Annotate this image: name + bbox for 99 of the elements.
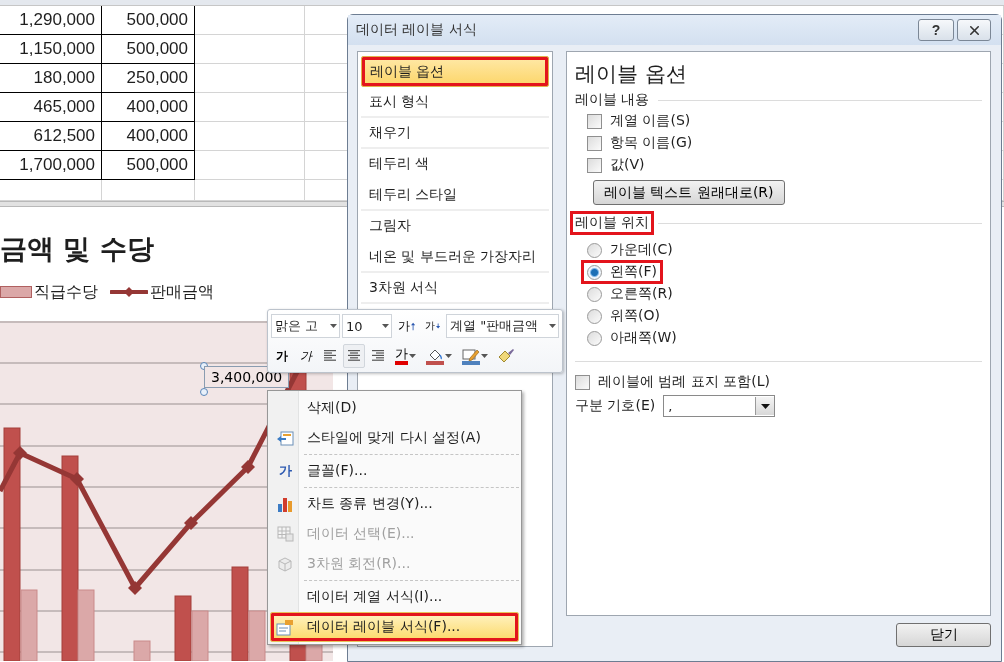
checkbox-label: 계열 이름(S): [610, 112, 691, 130]
chart-title: 금액 및 수당: [0, 232, 154, 266]
table-cell: 400,000: [102, 122, 195, 151]
help-button[interactable]: ?: [918, 19, 954, 41]
category-item[interactable]: 표시 형식: [361, 87, 549, 118]
table-cell: 180,000: [0, 64, 102, 93]
bar: [133, 640, 151, 661]
caret-icon: [381, 324, 389, 328]
category-item[interactable]: 그림자: [361, 211, 549, 242]
table-cell: 465,000: [0, 93, 102, 122]
table-cell: 500,000: [102, 151, 195, 180]
category-item[interactable]: 채우기: [361, 118, 549, 149]
line-marker: [13, 446, 27, 460]
category-item[interactable]: 3차원 서식: [361, 273, 549, 304]
bar-chart-icon: [277, 496, 293, 512]
caret-icon: [549, 324, 556, 328]
line-marker: [70, 472, 84, 486]
cube-icon: [277, 556, 293, 572]
dialog-title: 데이터 레이블 서식: [356, 21, 478, 39]
line-marker: [241, 460, 255, 474]
legend-swatch: [0, 286, 32, 298]
radio-button[interactable]: [587, 286, 602, 302]
table-cell: 500,000: [102, 35, 195, 64]
separator-select[interactable]: ,: [663, 395, 776, 417]
category-item[interactable]: 레이블 옵션: [361, 56, 549, 87]
pencil-icon: [462, 347, 480, 365]
reset-text-button[interactable]: 레이블 텍스트 원래대로(R): [593, 180, 785, 205]
radio-label: 왼쪽(F): [610, 263, 657, 281]
font-size-select[interactable]: 10: [341, 314, 392, 338]
radio-button[interactable]: [587, 264, 602, 280]
table-cell: 500,000: [102, 6, 195, 35]
table-cell: 400,000: [102, 93, 195, 122]
legend-label: 직급수당: [34, 281, 98, 303]
radio-label: 가운데(C): [610, 241, 673, 259]
caret-icon: [760, 403, 770, 409]
checkbox[interactable]: [587, 113, 602, 129]
section-label: 레이블 위치: [570, 211, 655, 235]
checkbox-label: 항목 이름(G): [610, 134, 693, 152]
caret-icon: [445, 354, 452, 358]
reset-style-icon: [276, 429, 294, 447]
selection-handle[interactable]: [200, 362, 208, 370]
menu-item[interactable]: 데이터 레이블 서식(F)...: [270, 612, 519, 642]
category-item[interactable]: 테두리 색: [361, 149, 549, 180]
checkbox[interactable]: [587, 135, 602, 151]
bar: [174, 595, 192, 661]
data-label[interactable]: 3,400,000: [204, 366, 290, 388]
menu-item[interactable]: 차트 종류 변경(Y)...: [270, 489, 519, 519]
line-marker: [184, 516, 198, 530]
shrink-font-button[interactable]: 가: [420, 314, 445, 338]
radio-button[interactable]: [587, 330, 602, 346]
checkbox[interactable]: [575, 374, 590, 390]
menu-item[interactable]: 가 글꼴(F)...: [270, 456, 519, 486]
menu-item[interactable]: 삭제(D): [270, 393, 519, 423]
grow-font-button[interactable]: 가: [393, 314, 419, 338]
menu-item[interactable]: 스타일에 맞게 다시 설정(A): [270, 423, 519, 453]
menu-item[interactable]: 데이터 계열 서식(I)...: [270, 582, 519, 612]
align-center-button[interactable]: [343, 344, 365, 368]
section-label: 레이블 내용: [574, 90, 651, 109]
radio-button[interactable]: [587, 308, 602, 324]
field-label: 구분 기호(E): [575, 397, 656, 415]
format-label-icon: [276, 618, 294, 636]
table-cell: 1,700,000: [0, 151, 102, 180]
caret-icon: [409, 354, 416, 358]
line-marker: [128, 581, 142, 595]
table-cell: 1,150,000: [0, 35, 102, 64]
close-dialog-button[interactable]: 닫기: [896, 623, 991, 647]
close-button[interactable]: [957, 19, 991, 41]
category-item[interactable]: 네온 및 부드러운 가장자리: [361, 242, 549, 273]
align-right-icon: [371, 350, 385, 362]
align-left-icon: [323, 350, 337, 362]
series-select[interactable]: 계열 "판매금액: [446, 314, 559, 338]
table-cell: 612,500: [0, 122, 102, 151]
checkbox[interactable]: [587, 157, 602, 173]
radio-label: 위쪽(O): [610, 307, 660, 325]
category-item[interactable]: 테두리 스타일: [361, 180, 549, 211]
italic-button[interactable]: 가: [295, 344, 317, 368]
radio-label: 오른쪽(R): [610, 285, 673, 303]
caret-icon: [329, 324, 337, 328]
table-cell: 1,290,000: [0, 6, 102, 35]
radio-label: 아래쪽(W): [610, 329, 677, 347]
arrow-down-icon: [435, 323, 441, 329]
selection-handle[interactable]: [200, 388, 208, 396]
bold-button[interactable]: 가: [271, 344, 293, 368]
paint-bucket-icon: [426, 347, 444, 365]
caret-icon: [481, 354, 488, 358]
font-icon: 가: [278, 462, 292, 480]
checkbox-label: 값(V): [610, 156, 645, 174]
align-center-icon: [347, 350, 361, 362]
legend-label: 판매금액: [150, 281, 214, 303]
checkbox-label: 레이블에 범례 표지 포함(L): [598, 373, 771, 391]
panel-heading: 레이블 옵션: [575, 61, 687, 88]
bar: [191, 610, 209, 661]
font-select[interactable]: 맑은 고: [271, 314, 340, 338]
table-icon: [276, 526, 294, 542]
brush-icon: [498, 348, 515, 364]
radio-button[interactable]: [587, 242, 602, 258]
table-cell: 250,000: [102, 64, 195, 93]
legend-line-icon: [110, 287, 148, 297]
font-color-button[interactable]: 가: [391, 344, 420, 368]
